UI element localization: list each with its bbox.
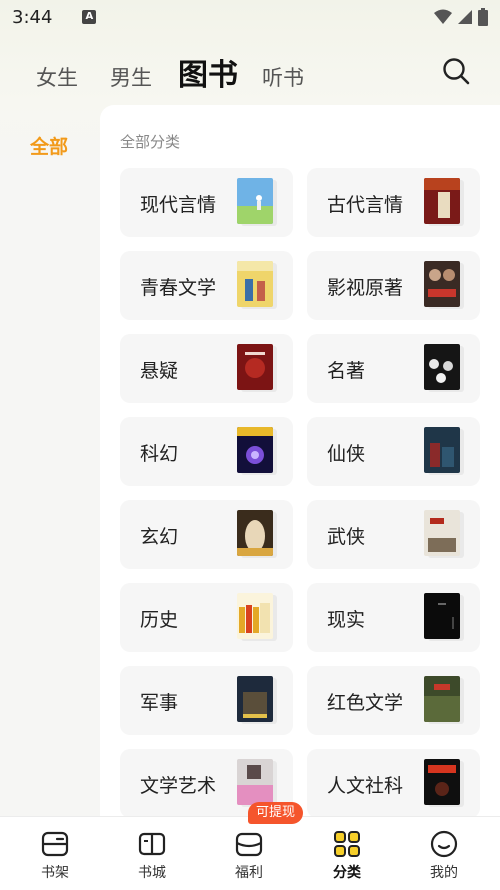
book-cover-image — [237, 676, 273, 722]
category-label: 名著 — [327, 360, 366, 382]
category-label: 武侠 — [327, 526, 366, 548]
section-title: 全部分类 — [120, 133, 181, 151]
category-label: 人文社科 — [327, 775, 404, 797]
category-card-classics[interactable]: 名著 — [307, 334, 480, 403]
nav-label: 书架 — [41, 865, 69, 881]
category-card-modern-romance[interactable]: 现代言情 — [120, 168, 293, 237]
status-time: 3:44 — [12, 6, 53, 28]
battery-icon — [478, 8, 488, 26]
category-label: 古代言情 — [327, 194, 404, 216]
category-label: 悬疑 — [140, 360, 179, 382]
book-cover-image — [424, 178, 460, 224]
search-icon[interactable] — [442, 57, 470, 85]
nav-bookshelf[interactable]: 书架 — [5, 817, 105, 890]
status-bar: 3:44 A — [0, 0, 500, 34]
book-cover-image — [237, 427, 273, 473]
book-cover-image — [424, 759, 460, 805]
book-cover-image — [237, 759, 273, 805]
book-cover-image — [424, 510, 460, 556]
nav-label: 我的 — [430, 865, 458, 881]
nav-label: 分类 — [333, 865, 361, 881]
book-cover-image — [424, 593, 460, 639]
category-grid-icon — [334, 831, 360, 857]
nav-label: 书城 — [138, 865, 166, 881]
category-card-history[interactable]: 历史 — [120, 583, 293, 652]
book-cover-image — [237, 178, 273, 224]
book-open-icon — [138, 832, 166, 856]
category-card-humanities[interactable]: 人文社科 — [307, 749, 480, 818]
category-label: 仙侠 — [327, 443, 366, 465]
book-cover-image — [424, 676, 460, 722]
book-cover-image — [424, 427, 460, 473]
signal-icon — [458, 10, 472, 24]
tab-audiobooks[interactable]: 听书 — [262, 62, 304, 92]
category-card-suspense[interactable]: 悬疑 — [120, 334, 293, 403]
nav-category[interactable]: 分类 — [297, 817, 397, 890]
book-cover-image — [424, 344, 460, 390]
book-cover-image — [237, 344, 273, 390]
book-cover-image — [424, 261, 460, 307]
nav-label: 福利 — [235, 865, 263, 881]
book-cover-image — [237, 261, 273, 307]
category-label: 现代言情 — [140, 194, 217, 216]
category-card-military[interactable]: 军事 — [120, 666, 293, 735]
sidebar-item-all[interactable]: 全部 — [30, 132, 68, 159]
withdraw-badge: 可提现 — [248, 802, 304, 824]
category-panel: 全部分类 现代言情 古代言情 青春文学 影视原著 悬疑 名著 科幻 仙侠 玄幻 … — [100, 105, 500, 825]
book-cover-image — [237, 510, 273, 556]
category-label: 青春文学 — [140, 277, 217, 299]
category-label: 玄幻 — [140, 526, 179, 548]
category-card-red-literature[interactable]: 红色文学 — [307, 666, 480, 735]
nav-bookstore[interactable]: 书城 — [102, 817, 202, 890]
bookshelf-icon — [41, 831, 69, 857]
category-label: 历史 — [140, 609, 179, 631]
tab-male[interactable]: 男生 — [110, 62, 152, 92]
profile-smile-icon — [430, 830, 458, 858]
top-tabs: 女生 男生 图书 听书 — [0, 50, 500, 100]
category-card-fantasy[interactable]: 玄幻 — [120, 500, 293, 569]
tab-female[interactable]: 女生 — [36, 62, 78, 92]
category-label: 军事 — [140, 692, 179, 714]
category-card-xianxia[interactable]: 仙侠 — [307, 417, 480, 486]
category-card-science-fiction[interactable]: 科幻 — [120, 417, 293, 486]
category-card-ancient-romance[interactable]: 古代言情 — [307, 168, 480, 237]
book-cover-image — [237, 593, 273, 639]
category-label: 科幻 — [140, 443, 179, 465]
notification-app-icon: A — [82, 10, 97, 24]
category-card-reality[interactable]: 现实 — [307, 583, 480, 652]
category-card-film-adaptation[interactable]: 影视原著 — [307, 251, 480, 320]
category-label: 影视原著 — [327, 277, 404, 299]
category-label: 现实 — [327, 609, 366, 631]
category-card-wuxia[interactable]: 武侠 — [307, 500, 480, 569]
tab-books[interactable]: 图书 — [178, 50, 238, 94]
nav-profile[interactable]: 我的 — [394, 817, 494, 890]
category-label: 红色文学 — [327, 692, 404, 714]
category-card-youth-literature[interactable]: 青春文学 — [120, 251, 293, 320]
bottom-navigation: 书架 书城 福利 分类 我的 — [0, 816, 500, 890]
category-label: 文学艺术 — [140, 775, 217, 797]
wifi-icon — [434, 9, 452, 24]
nav-welfare[interactable]: 福利 — [199, 817, 299, 890]
gift-box-icon — [235, 832, 263, 857]
